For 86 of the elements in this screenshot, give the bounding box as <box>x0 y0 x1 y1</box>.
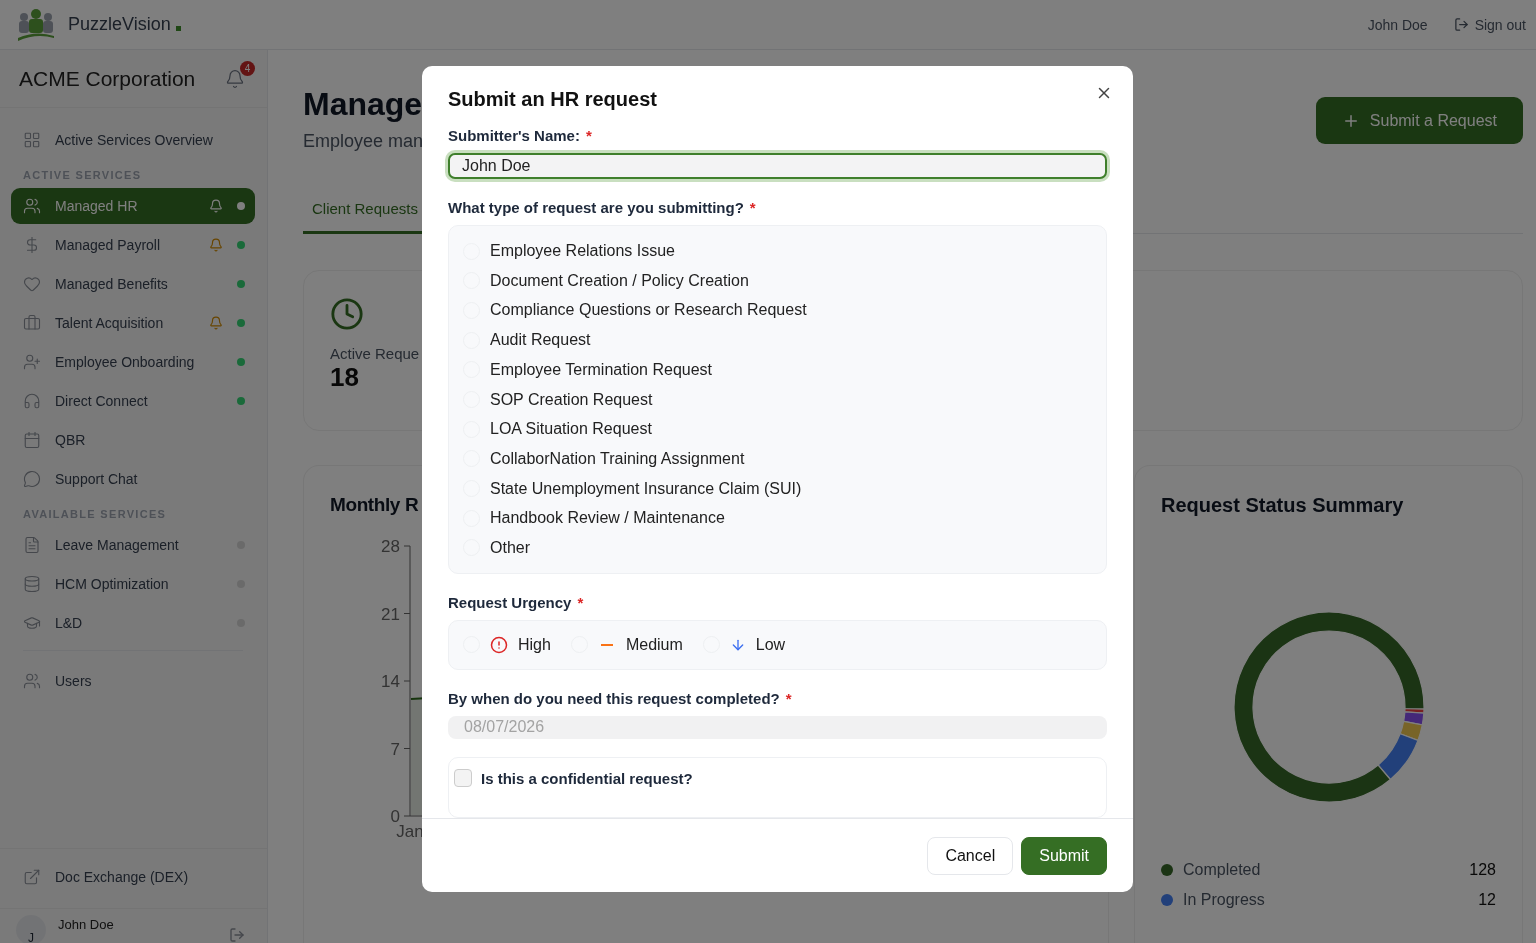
submit-button[interactable]: Submit <box>1021 836 1107 875</box>
dialog-title: Submit an HR request <box>448 88 657 111</box>
field-label: By when do you need this request completed? * <box>448 689 793 707</box>
nav-item[interactable]: Users <box>11 663 255 699</box>
nav-item[interactable]: QBR <box>11 422 255 458</box>
field-label: Request Urgency * <box>448 593 585 611</box>
nav-item[interactable]: Managed HR <box>11 188 255 224</box>
clock-icon <box>330 297 364 331</box>
radio-option[interactable]: Employee Termination Request <box>463 355 1092 385</box>
nav-icon <box>23 392 41 410</box>
nav-icon <box>23 314 41 332</box>
nav-icon <box>23 536 41 554</box>
company-name: ACME Corporation <box>19 66 196 91</box>
name-input-field[interactable]: John Doe <box>448 153 1107 180</box>
nav-icon <box>23 275 41 293</box>
radio-option[interactable]: Medium <box>570 629 683 660</box>
external-link-icon <box>23 868 41 886</box>
radio-option[interactable]: Audit Request <box>463 325 1092 355</box>
radio-option[interactable]: Handbook Review / Maintenance <box>463 503 1092 534</box>
brand-name: PuzzleVision <box>68 14 171 35</box>
cancel-button[interactable]: Cancel <box>927 836 1014 875</box>
nav-item[interactable]: Talent Acquisition <box>11 305 255 341</box>
radio-option[interactable]: High <box>463 629 551 660</box>
nav-item[interactable]: Active Services Overview <box>11 122 255 158</box>
radio-option[interactable]: State Unemployment Insurance Claim (SUI) <box>463 473 1092 504</box>
nav-icon <box>23 614 41 632</box>
checkbox-label: Is this a confidential request? <box>481 769 693 787</box>
nav-icon <box>23 353 41 371</box>
required-mark: * <box>577 593 584 611</box>
radio-option[interactable]: Low <box>702 629 786 660</box>
chart-title: Monthly R <box>330 494 420 516</box>
axis-label: 14 <box>381 672 400 691</box>
stat-value: 18 <box>330 362 359 393</box>
axis-label: 28 <box>381 537 400 556</box>
submit-request-button[interactable]: Submit a Request <box>1315 97 1523 144</box>
nav-item[interactable]: Direct Connect <box>11 383 255 419</box>
radio-option[interactable]: SOP Creation Request <box>463 384 1092 415</box>
nav-icon <box>23 431 41 449</box>
nav-icon <box>23 470 41 488</box>
nav-icon <box>23 672 41 690</box>
nav-item[interactable]: Managed Payroll <box>11 227 255 263</box>
notification-badge: 4 <box>240 60 255 76</box>
axis-label: 21 <box>381 604 400 624</box>
sign-out-link[interactable]: Sign out <box>1453 16 1526 33</box>
logo-icon <box>16 7 56 42</box>
alert-icon <box>490 635 508 654</box>
nav-item[interactable]: Doc Exchange (DEX) <box>11 859 256 895</box>
nav-item[interactable]: Leave Management <box>11 527 255 563</box>
checkbox[interactable] <box>454 769 472 787</box>
nav-icon <box>23 197 41 215</box>
legend-count: 12 <box>1478 891 1496 909</box>
nav-item[interactable]: L&D <box>11 605 255 641</box>
radio-option[interactable]: Other <box>463 533 1092 563</box>
nav-item[interactable]: Managed Benefits <box>11 266 255 302</box>
nav-icon <box>23 131 41 149</box>
field-label: What type of request are you submitting? * <box>448 199 757 217</box>
radio-option[interactable]: CollaborNation Training Assignment <box>463 444 1092 474</box>
required-mark: * <box>749 199 756 217</box>
stat-label: Active Reque <box>330 345 420 362</box>
required-mark: * <box>785 689 792 707</box>
logout-icon[interactable] <box>229 927 245 943</box>
radio-option[interactable]: Compliance Questions or Research Request <box>463 295 1092 326</box>
notification-bell-icon[interactable] <box>225 68 245 89</box>
minus-icon <box>600 643 613 646</box>
radio-option[interactable]: Document Creation / Policy Creation <box>463 265 1092 296</box>
nav-item[interactable]: Employee Onboarding <box>11 344 255 380</box>
account-name: John Doe <box>58 917 115 932</box>
radio-option[interactable]: LOA Situation Request <box>463 414 1092 445</box>
page-title: Manage <box>303 86 424 123</box>
legend-label: In Progress <box>1183 891 1265 909</box>
date-input-field[interactable]: 08/07/2026 <box>448 715 1107 739</box>
sign-out-icon <box>1453 17 1469 32</box>
required-mark: * <box>585 127 592 144</box>
nav-item[interactable]: HCM Optimization <box>11 566 255 602</box>
nav-icon <box>23 575 41 593</box>
legend-count: 128 <box>1469 861 1496 879</box>
user-name: John Doe <box>1367 16 1428 33</box>
field-label: Submitter's Name: * <box>448 127 593 144</box>
legend-label: Completed <box>1183 861 1261 879</box>
avatar: J <box>16 915 46 943</box>
axis-label: 7 <box>390 739 400 759</box>
chart-title: Request Status Summary <box>1161 494 1405 517</box>
nav-item[interactable]: Support Chat <box>11 461 255 497</box>
axis-label: 0 <box>390 807 400 826</box>
page-subtitle: Employee man <box>303 131 424 152</box>
radio-option[interactable]: Employee Relations Issue <box>463 236 1092 266</box>
